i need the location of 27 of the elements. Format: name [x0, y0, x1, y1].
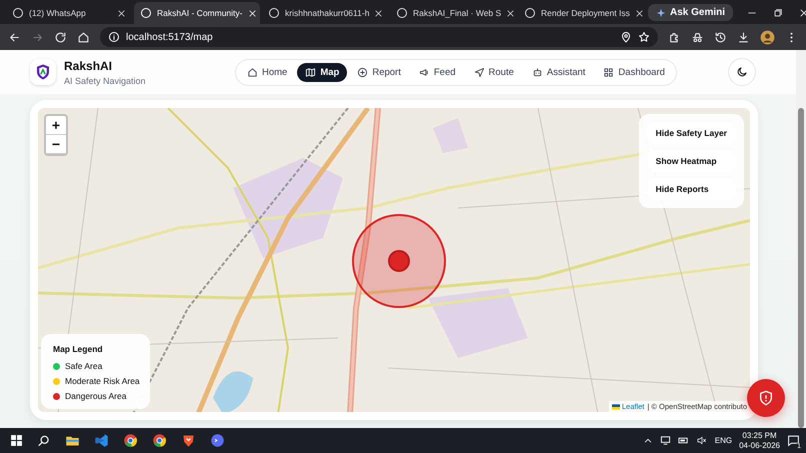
browser-tab[interactable]: RakshAI - Community- — [134, 2, 260, 24]
nav-link[interactable]: Route — [466, 62, 522, 82]
nav-link[interactable]: Map — [297, 62, 348, 82]
brand-name: RakshAI — [64, 58, 114, 72]
browser-tab[interactable]: krishhnathakurr0611-h — [262, 2, 388, 24]
legend-label: Dangerous Area — [65, 391, 126, 401]
browser-tab[interactable]: Render Deployment Iss — [518, 2, 644, 24]
zoom-in-button[interactable]: + — [46, 116, 66, 135]
legend-label: Moderate Risk Area — [65, 376, 140, 386]
legend-title: Map Legend — [53, 344, 104, 354]
address-bar[interactable]: localhost:5173/map — [100, 27, 658, 47]
clock[interactable]: 03:25 PM 04-06-2026 — [739, 430, 780, 450]
language-indicator[interactable]: ENG — [714, 436, 732, 445]
zoom-out-button[interactable]: − — [46, 135, 66, 154]
browser-tab[interactable]: RakshAI_Final · Web S — [390, 2, 516, 24]
browser-tab[interactable]: (12) WhatsApp — [6, 2, 132, 24]
legend-label: Safe Area — [65, 361, 102, 371]
nav-link[interactable]: Dashboard — [595, 62, 673, 82]
nav-link[interactable]: Home — [239, 62, 296, 82]
tagline: AI Safety Navigation — [64, 76, 146, 86]
layer-toggle-button[interactable]: Hide Reports — [646, 178, 736, 200]
nav-link[interactable]: Assistant — [524, 62, 594, 82]
clock-time: 03:25 PM — [741, 430, 778, 440]
nav-link[interactable]: Feed — [410, 62, 464, 82]
clock-date: 04-06-2026 — [739, 440, 780, 450]
ask-gemini-button[interactable]: Ask Gemini — [648, 4, 734, 21]
nav-link[interactable]: Report — [349, 62, 409, 82]
